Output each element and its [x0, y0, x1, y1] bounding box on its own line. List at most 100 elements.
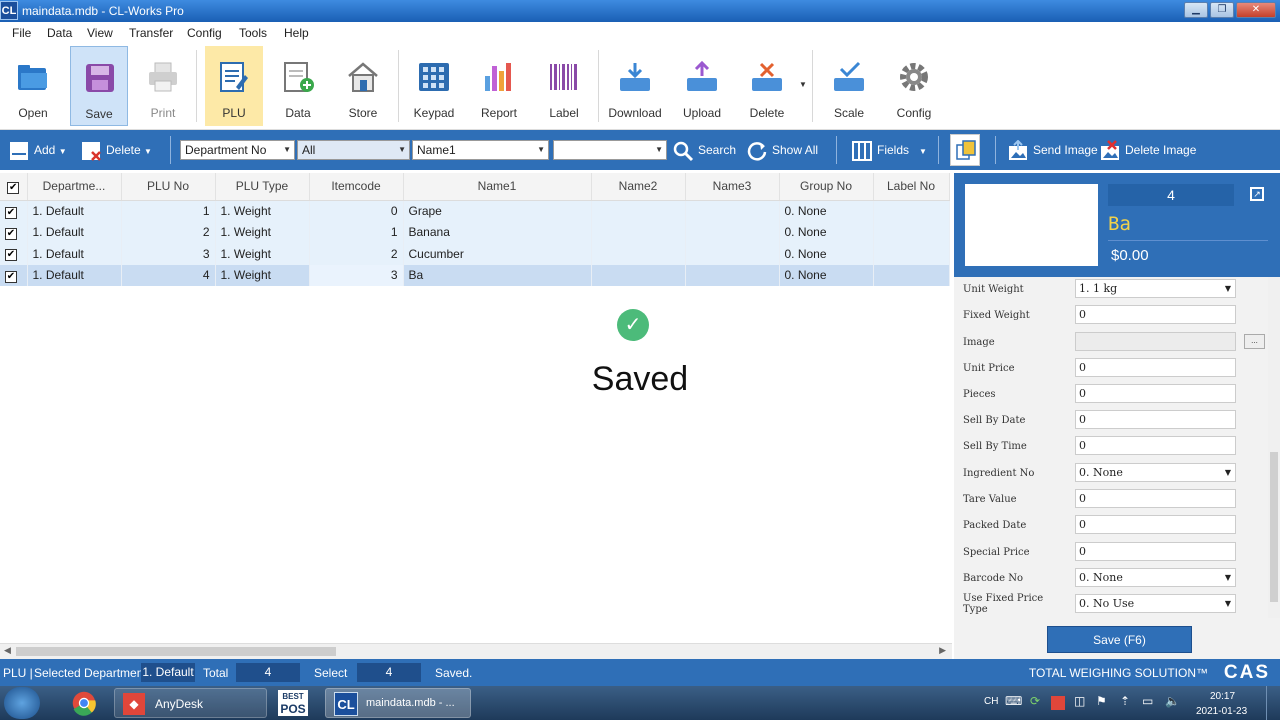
cell-label-no[interactable] [873, 200, 950, 222]
cell-name2[interactable] [591, 243, 686, 265]
sync-icon[interactable]: ⟳ [1030, 694, 1040, 708]
table-row-selected[interactable]: ✔ 1. Default 4 1. Weight 3 Ba 0. None [0, 264, 950, 286]
cell-group-no[interactable]: 0. None [779, 200, 874, 222]
scroll-right-icon[interactable]: ▶ [939, 645, 946, 656]
unit-weight-select[interactable]: 1. 1 kg ▼ [1075, 279, 1236, 298]
table-row[interactable]: ✔ 1. Default 1 1. Weight 0 Grape 0. None [0, 200, 950, 222]
add-dropdown-arrow[interactable]: ▼ [59, 147, 67, 156]
cell-group-no[interactable]: 0. None [779, 243, 874, 265]
table-row[interactable]: ✔ 1. Default 2 1. Weight 1 Banana 0. Non… [0, 221, 950, 243]
name-field-select[interactable]: Name1 ▼ [412, 140, 549, 160]
col-name2[interactable]: Name2 [591, 173, 686, 201]
cell-group-no[interactable]: 0. None [779, 264, 874, 286]
cell-group-no[interactable]: 0. None [779, 221, 874, 243]
cell-name3[interactable] [685, 200, 780, 222]
cell-name1[interactable]: Grape [403, 200, 592, 222]
delete-dropdown-arrow[interactable]: ▼ [799, 80, 807, 89]
pos-taskbar-button[interactable]: BEST POS [275, 688, 311, 718]
config-button[interactable]: Config [885, 46, 943, 126]
flag-icon[interactable]: ⚑ [1096, 694, 1107, 708]
cell-plu-type[interactable]: 1. Weight [215, 200, 310, 222]
anydesk-taskbar-button[interactable]: ◆ AnyDesk [114, 688, 267, 718]
search-button[interactable]: Search [672, 138, 736, 162]
cell-name2[interactable] [591, 264, 686, 286]
minimize-button[interactable]: ▁ [1184, 2, 1208, 18]
anydesk-tray-icon[interactable] [1051, 696, 1065, 710]
cell-label-no[interactable] [873, 264, 950, 286]
cell-plu-no[interactable]: 1 [121, 200, 216, 222]
cell-name2[interactable] [591, 221, 686, 243]
language-indicator[interactable]: CH [984, 696, 998, 707]
cell-department[interactable]: 1. Default [27, 200, 122, 222]
cell-plu-no[interactable]: 3 [121, 243, 216, 265]
col-plu-no[interactable]: PLU No [121, 173, 216, 201]
cell-department[interactable]: 1. Default [27, 264, 122, 286]
search-input[interactable]: ▼ [553, 140, 667, 160]
delete-scale-data-button[interactable]: Delete [738, 46, 796, 126]
cell-name3[interactable] [685, 264, 780, 286]
data-button[interactable]: Data [269, 46, 327, 126]
fields-dropdown-arrow[interactable]: ▼ [919, 147, 927, 156]
unit-price-input[interactable]: 0 [1075, 358, 1236, 377]
filter-value-select[interactable]: All ▼ [297, 140, 410, 160]
save-button[interactable]: Save [70, 46, 128, 126]
cell-plu-type[interactable]: 1. Weight [215, 264, 310, 286]
menu-view[interactable]: View [87, 26, 113, 40]
fields-button[interactable]: Fields ▼ [851, 138, 927, 162]
menu-data[interactable]: Data [47, 26, 72, 40]
show-desktop-button[interactable] [1266, 686, 1280, 720]
browse-button[interactable]: ... [1244, 334, 1265, 349]
cell-plu-no[interactable]: 2 [121, 221, 216, 243]
fixed-weight-input[interactable]: 0 [1075, 305, 1236, 324]
menu-file[interactable]: File [12, 26, 31, 40]
row-checkbox[interactable]: ✔ [0, 200, 28, 222]
plu-button[interactable]: PLU [205, 46, 263, 126]
sell-by-date-input[interactable]: 0 [1075, 410, 1236, 429]
menu-help[interactable]: Help [284, 26, 309, 40]
cell-plu-type[interactable]: 1. Weight [215, 221, 310, 243]
popout-icon[interactable]: ↗ [1250, 187, 1264, 201]
scrollbar-thumb[interactable] [1270, 452, 1278, 602]
cell-plu-no[interactable]: 4 [121, 264, 216, 286]
packed-date-input[interactable]: 0 [1075, 515, 1236, 534]
chrome-taskbar-button[interactable] [64, 688, 104, 718]
keyboard-icon[interactable]: ⌨ [1005, 694, 1022, 708]
upload-button[interactable]: Upload [673, 46, 731, 126]
report-button[interactable]: Report [470, 46, 528, 126]
cell-name1[interactable]: Ba [403, 264, 592, 286]
add-button[interactable]: Add ▼ [8, 138, 67, 162]
special-price-input[interactable]: 0 [1075, 542, 1236, 561]
cell-label-no[interactable] [873, 243, 950, 265]
cell-itemcode[interactable]: 1 [309, 221, 404, 243]
menu-config[interactable]: Config [187, 26, 222, 40]
start-button[interactable] [4, 687, 40, 719]
tare-value-input[interactable]: 0 [1075, 489, 1236, 508]
barcode-no-select[interactable]: 0. None ▼ [1075, 568, 1236, 587]
cell-itemcode[interactable]: 0 [309, 200, 404, 222]
panel-vertical-scrollbar[interactable] [1268, 277, 1280, 618]
row-checkbox[interactable]: ✔ [0, 221, 28, 243]
display-icon[interactable]: ▭ [1142, 694, 1153, 708]
col-name1[interactable]: Name1 [403, 173, 592, 201]
cell-department[interactable]: 1. Default [27, 221, 122, 243]
cell-itemcode[interactable]: 2 [309, 243, 404, 265]
cell-itemcode-active[interactable]: 3 [309, 264, 404, 286]
close-button[interactable]: ✕ [1236, 2, 1276, 18]
col-label-no[interactable]: Label No [873, 173, 950, 201]
cell-label-no[interactable] [873, 221, 950, 243]
save-f6-button[interactable]: Save (F6) [1047, 626, 1192, 653]
horizontal-scrollbar[interactable]: ◀ ▶ [0, 643, 952, 659]
label-button[interactable]: Label [535, 46, 593, 126]
delete-button[interactable]: Delete ▼ [80, 138, 152, 162]
row-checkbox[interactable]: ✔ [0, 264, 28, 286]
cell-department[interactable]: 1. Default [27, 243, 122, 265]
row-checkbox[interactable]: ✔ [0, 243, 28, 265]
sell-by-time-input[interactable]: 0 [1075, 436, 1236, 455]
menu-transfer[interactable]: Transfer [129, 26, 173, 40]
store-button[interactable]: Store [334, 46, 392, 126]
delete-image-button[interactable]: Delete Image [1099, 138, 1196, 162]
cell-name3[interactable] [685, 221, 780, 243]
col-name3[interactable]: Name3 [685, 173, 780, 201]
show-all-button[interactable]: Show All [746, 138, 818, 162]
menu-tools[interactable]: Tools [239, 26, 267, 40]
